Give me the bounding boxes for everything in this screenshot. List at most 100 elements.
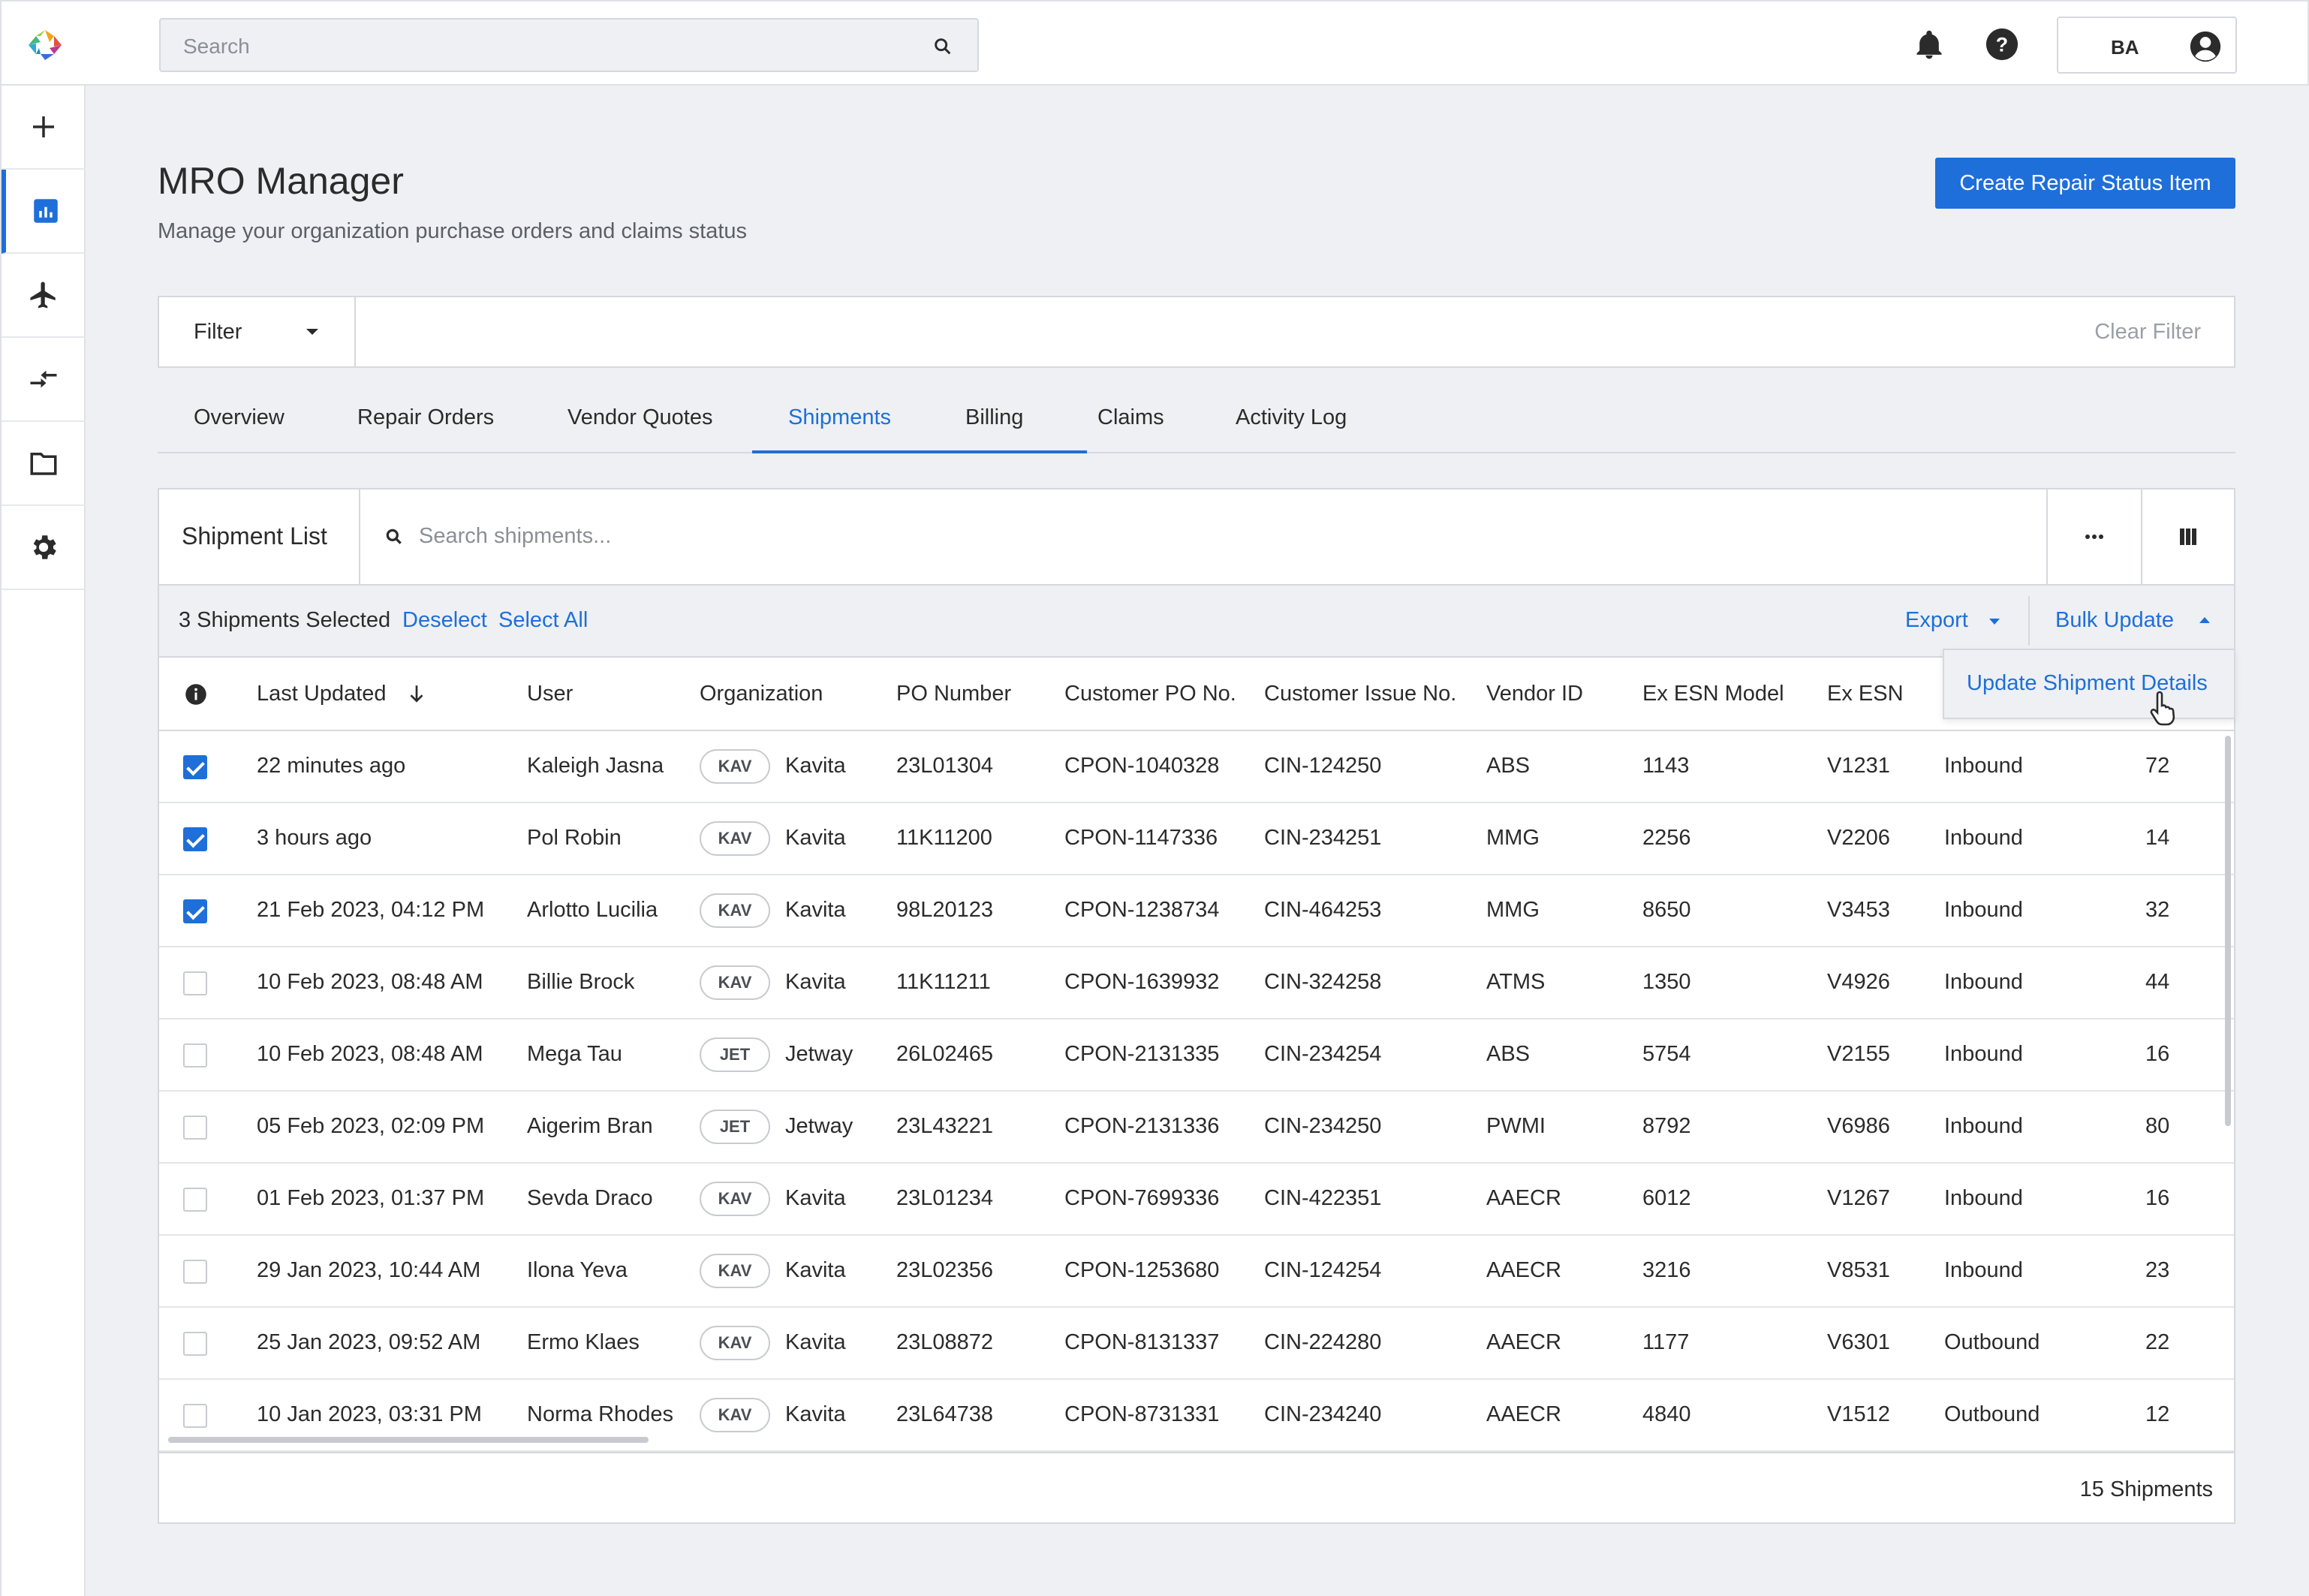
org-code-badge: KAV xyxy=(700,965,770,1000)
cell-user: Mega Tau xyxy=(527,1042,622,1066)
cell-customer-issue: CIN-224280 xyxy=(1264,1330,1382,1354)
row-checkbox[interactable] xyxy=(183,1043,207,1068)
more-options-button[interactable] xyxy=(2046,489,2141,584)
deselect-link[interactable]: Deselect xyxy=(402,608,487,633)
info-icon[interactable] xyxy=(185,683,207,706)
cell-direction: Outbound xyxy=(1944,1330,2040,1354)
filter-dropdown[interactable]: Filter xyxy=(159,297,356,366)
row-checkbox[interactable] xyxy=(183,971,207,995)
cell-vendor-id: ABS xyxy=(1486,1042,1531,1066)
search-icon[interactable] xyxy=(932,36,953,57)
shipment-search-input[interactable]: Search shipments... xyxy=(419,524,611,549)
table-row[interactable]: KAV 3 hours ago Pol Robin Kavita 11K11200 CPO… xyxy=(159,803,2234,875)
cell-ex-esn: V4926 xyxy=(1827,970,1890,994)
table-row[interactable]: JET 10 Feb 2023, 08:48 AM Mega Tau Jetway 26… xyxy=(159,1019,2234,1092)
tab-vendor-quotes[interactable]: Vendor Quotes xyxy=(567,405,712,430)
table-row[interactable]: KAV 01 Feb 2023, 01:37 PM Sevda Draco Kavit… xyxy=(159,1164,2234,1236)
cell-ex-esn: V6301 xyxy=(1827,1330,1890,1354)
tab-billing[interactable]: Billing xyxy=(965,405,1023,430)
sort-arrow-down-icon[interactable] xyxy=(407,683,426,704)
create-repair-status-button[interactable]: Create Repair Status Item xyxy=(1935,158,2235,209)
table-row[interactable]: KAV 21 Feb 2023, 04:12 PM Arlotto Lucilia K… xyxy=(159,875,2234,947)
page-title: MRO Manager xyxy=(158,160,404,202)
header-divider xyxy=(359,489,360,584)
column-header-po-number[interactable]: PO Number xyxy=(896,682,1011,706)
row-checkbox[interactable] xyxy=(183,827,207,851)
row-checkbox[interactable] xyxy=(183,1188,207,1212)
column-header-customer-issue[interactable]: Customer Issue No. xyxy=(1264,682,1456,706)
help-icon[interactable]: ? xyxy=(1985,27,2019,62)
app-logo-icon[interactable] xyxy=(27,29,63,62)
cell-customer-po: CPON-8731331 xyxy=(1064,1402,1220,1426)
cell-organization: Kavita xyxy=(785,826,846,850)
filter-bar: Filter Clear Filter xyxy=(158,296,2235,368)
sidebar-item-add[interactable] xyxy=(2,86,86,170)
column-header-ex-esn[interactable]: Ex ESN xyxy=(1827,682,1904,706)
row-checkbox[interactable] xyxy=(183,1116,207,1140)
row-checkbox[interactable] xyxy=(183,899,207,923)
row-checkbox[interactable] xyxy=(183,755,207,779)
sidebar-item-dashboard[interactable] xyxy=(2,170,86,254)
cell-customer-issue: CIN-234240 xyxy=(1264,1402,1382,1426)
table-row[interactable]: KAV 29 Jan 2023, 10:44 AM Ilona Yeva Kavita… xyxy=(159,1236,2234,1308)
cell-direction: Inbound xyxy=(1944,1042,2023,1066)
table-row[interactable]: JET 05 Feb 2023, 02:09 PM Aigerim Bran Jetw… xyxy=(159,1092,2234,1164)
cell-customer-po: CPON-1040328 xyxy=(1064,754,1220,778)
cell-last-updated: 29 Jan 2023, 10:44 AM xyxy=(257,1258,481,1282)
column-header-customer-po[interactable]: Customer PO No. xyxy=(1064,682,1236,706)
sidebar-item-flights[interactable] xyxy=(2,254,86,338)
org-code-badge: JET xyxy=(700,1110,770,1144)
user-menu-button[interactable]: BA xyxy=(2057,17,2237,74)
column-settings-button[interactable] xyxy=(2141,489,2234,584)
vertical-scrollbar[interactable] xyxy=(2225,736,2231,1126)
svg-text:?: ? xyxy=(1996,34,2008,56)
export-button[interactable]: Export xyxy=(1905,608,1968,633)
hand-pointer-cursor-icon xyxy=(2150,691,2175,726)
table-row[interactable]: KAV 10 Feb 2023, 08:48 AM Billie Brock Kavi… xyxy=(159,947,2234,1019)
cell-customer-po: CPON-1147336 xyxy=(1064,826,1218,850)
column-header-user[interactable]: User xyxy=(527,682,573,706)
table-row[interactable]: KAV 22 minutes ago Kaleigh Jasna Kavita 23L0… xyxy=(159,731,2234,803)
column-header-ex-esn-model[interactable]: Ex ESN Model xyxy=(1642,682,1784,706)
notification-bell-icon[interactable] xyxy=(1913,29,1946,62)
search-icon xyxy=(386,528,402,544)
sidebar xyxy=(0,86,86,1596)
org-code-badge: KAV xyxy=(700,1182,770,1216)
sidebar-item-settings[interactable] xyxy=(2,506,86,590)
global-search-input[interactable]: Search xyxy=(159,18,979,72)
cell-ex-esn: V6986 xyxy=(1827,1114,1890,1138)
column-header-organization[interactable]: Organization xyxy=(700,682,823,706)
cell-po-number: 11K11200 xyxy=(896,826,992,850)
table-row[interactable]: KAV 25 Jan 2023, 09:52 AM Ermo Klaes Kavita… xyxy=(159,1308,2234,1380)
column-header-vendor-id[interactable]: Vendor ID xyxy=(1486,682,1583,706)
clear-filter-button[interactable]: Clear Filter xyxy=(2094,320,2201,345)
tab-repair-orders[interactable]: Repair Orders xyxy=(357,405,494,430)
horizontal-scrollbar[interactable] xyxy=(168,1437,649,1443)
row-checkbox[interactable] xyxy=(183,1332,207,1356)
org-code-badge: KAV xyxy=(700,821,770,856)
select-all-link[interactable]: Select All xyxy=(498,608,588,633)
cell-organization: Jetway xyxy=(785,1042,853,1066)
column-header-last-updated[interactable]: Last Updated xyxy=(257,682,387,706)
global-search-placeholder: Search xyxy=(183,35,250,58)
tab-overview[interactable]: Overview xyxy=(194,405,284,430)
cell-ex-esn: V1512 xyxy=(1827,1402,1890,1426)
cell-vendor-id: AAECR xyxy=(1486,1330,1561,1354)
cell-ex-esn-model: 5754 xyxy=(1642,1042,1691,1066)
tab-claims[interactable]: Claims xyxy=(1097,405,1164,430)
bulk-update-button[interactable]: Bulk Update xyxy=(2055,608,2174,633)
cell-po-number: 11K11211 xyxy=(896,970,991,994)
tab-shipments[interactable]: Shipments xyxy=(788,405,891,430)
bulk-update-menu: Update Shipment Details xyxy=(1943,649,2235,719)
sidebar-item-files[interactable] xyxy=(2,422,86,506)
cell-po-number: 23L02356 xyxy=(896,1258,994,1282)
row-checkbox[interactable] xyxy=(183,1260,207,1284)
cell-direction: Inbound xyxy=(1944,1114,2023,1138)
tab-activity-log[interactable]: Activity Log xyxy=(1236,405,1347,430)
cell-po-number: 23L64738 xyxy=(896,1402,994,1426)
plus-icon xyxy=(33,116,54,137)
folder-icon xyxy=(30,453,57,475)
cell-customer-issue: CIN-324258 xyxy=(1264,970,1382,994)
row-checkbox[interactable] xyxy=(183,1404,207,1428)
sidebar-item-transfers[interactable] xyxy=(2,338,86,422)
